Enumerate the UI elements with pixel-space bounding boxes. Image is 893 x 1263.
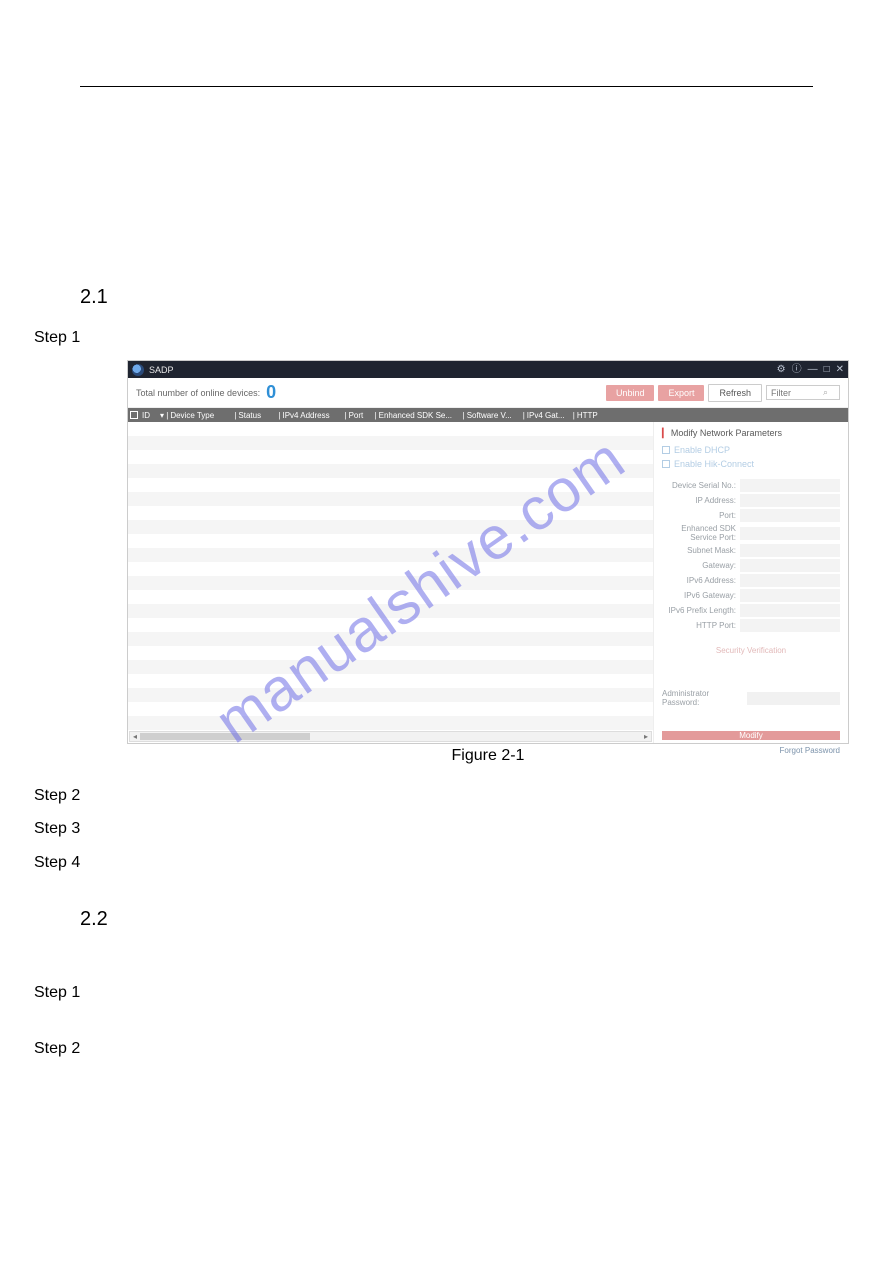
ipv6-addr-label: IPv6 Address: [662,576,740,585]
device-grid: ◂ ▸ [128,422,653,743]
enable-dhcp-label: Enable DHCP [674,445,730,455]
app-title: SADP [149,365,174,375]
sec22-step-2-label: Step 2 [34,1040,80,1058]
search-icon[interactable]: ⌕ [823,387,828,398]
ip-label: IP Address: [662,496,740,505]
total-devices-count: 0 [266,382,276,403]
gateway-field[interactable] [740,559,840,572]
minimize-icon[interactable]: — [808,365,818,375]
col-http[interactable]: HTTP [577,411,605,420]
scroll-right-icon[interactable]: ▸ [641,732,651,741]
port-field[interactable] [740,509,840,522]
horizontal-scrollbar[interactable]: ◂ ▸ [129,731,652,742]
scroll-left-icon[interactable]: ◂ [130,732,140,741]
enable-dhcp-row[interactable]: Enable DHCP [662,445,840,455]
gateway-label: Gateway: [662,561,740,570]
ipv6-gate-field[interactable] [740,589,840,602]
admin-password-field[interactable] [747,692,840,705]
step-3-label: Step 3 [34,820,80,838]
app-logo-icon [132,364,144,376]
info-icon[interactable]: ⓘ [792,365,802,375]
export-button[interactable]: Export [658,385,704,401]
enh-sdk-port-label: Enhanced SDK Service Port: [662,524,740,542]
section-2-2-heading: 2.2 [80,908,108,931]
refresh-button[interactable]: Refresh [708,384,762,402]
sec22-step-1-label: Step 1 [34,984,80,1002]
top-rule [80,86,813,87]
col-enhanced-sdk[interactable]: Enhanced SDK Se... [379,411,461,420]
scroll-thumb[interactable] [140,733,310,740]
enable-hik-label: Enable Hik-Connect [674,459,754,469]
col-ipv4-address[interactable]: IPv4 Address [282,411,342,420]
col-software[interactable]: Software V... [467,411,521,420]
serial-field[interactable] [740,479,840,492]
step-4-label: Step 4 [34,854,80,872]
filter-input[interactable] [771,388,823,398]
filter-box[interactable]: ⌕ [766,385,840,400]
subnet-field[interactable] [740,544,840,557]
ip-field[interactable] [740,494,840,507]
port-label: Port: [662,511,740,520]
figure-caption: Figure 2-1 [127,747,849,765]
ipv6-prefix-label: IPv6 Prefix Length: [662,606,740,615]
col-ipv4-gateway[interactable]: IPv4 Gat... [527,411,571,420]
ipv6-addr-field[interactable] [740,574,840,587]
enable-hik-checkbox[interactable] [662,460,670,468]
security-verification-label: Security Verification [662,646,840,655]
maximize-icon[interactable]: □ [824,365,830,375]
http-port-label: HTTP Port: [662,621,740,630]
admin-password-label: Administrator Password: [662,689,743,707]
subnet-label: Subnet Mask: [662,546,740,555]
serial-label: Device Serial No.: [662,481,740,490]
enable-hik-row[interactable]: Enable Hik-Connect [662,459,840,469]
ipv6-gate-label: IPv6 Gateway: [662,591,740,600]
sadp-app-window: SADP ⚙ ⓘ — □ ✕ Total number of online de… [127,360,849,744]
section-2-1-heading: 2.1 [80,286,108,309]
col-device-type[interactable]: Device Type [170,411,232,420]
ipv6-prefix-field[interactable] [740,604,840,617]
title-bar: SADP ⚙ ⓘ — □ ✕ [128,361,848,378]
close-icon[interactable]: ✕ [836,365,844,375]
http-port-field[interactable] [740,619,840,632]
network-parameters-panel: Modify Network Parameters Enable DHCP En… [653,422,848,743]
panel-header: Modify Network Parameters [662,428,840,439]
modify-button[interactable]: Modify [662,731,840,740]
col-id[interactable]: ID [142,411,158,420]
step-1-label: Step 1 [34,329,80,347]
toolbar: Total number of online devices: 0 Unbind… [128,378,848,408]
step-2-label: Step 2 [34,787,80,805]
total-devices-label: Total number of online devices: [136,388,260,398]
col-status[interactable]: Status [238,411,276,420]
table-header: ID ▾ | Device Type | Status | IPv4 Addre… [128,408,848,422]
select-all-checkbox[interactable] [130,411,138,419]
enable-dhcp-checkbox[interactable] [662,446,670,454]
unbind-button[interactable]: Unbind [606,385,655,401]
enh-sdk-port-field[interactable] [740,527,840,540]
settings-icon[interactable]: ⚙ [777,365,786,375]
col-port[interactable]: Port [349,411,373,420]
